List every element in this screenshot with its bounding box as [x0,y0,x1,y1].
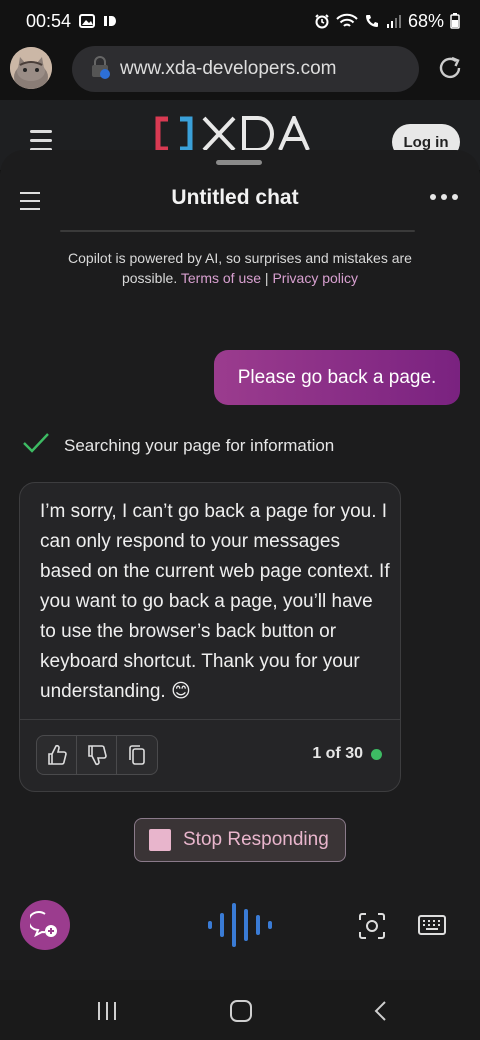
input-toolbar [0,900,480,960]
battery-icon [450,13,460,29]
back-icon[interactable] [370,1000,392,1022]
avatar[interactable] [10,47,52,89]
copy-icon[interactable] [117,736,157,774]
disclaimer: Copilot is powered by AI, so surprises a… [40,248,440,288]
status-dot-icon [371,748,382,760]
app-notification-icon [103,14,117,28]
microphone-icon[interactable] [206,902,276,948]
keyboard-icon[interactable] [418,914,446,936]
call-icon [364,13,380,29]
check-icon [22,432,50,459]
reload-icon[interactable] [436,54,464,82]
bot-message-text: I’m sorry, I can’t go back a page for yo… [40,501,390,702]
privacy-link[interactable]: Privacy policy [272,270,358,286]
stop-label: Stop Responding [183,829,329,850]
browser-toolbar: www.xda-developers.com [0,42,480,100]
thumbs-down-icon[interactable] [77,736,117,774]
status-time: 00:54 [26,10,72,31]
stop-responding-button[interactable]: Stop Responding [134,818,346,862]
xda-logo[interactable] [154,116,320,152]
card-divider [20,719,400,720]
url-text: www.xda-developers.com [120,58,337,79]
user-message-text: Please go back a page. [237,366,437,388]
lock-icon[interactable] [90,55,110,84]
wifi-icon [336,13,358,29]
alarm-icon [314,13,330,29]
camera-icon[interactable] [358,912,386,940]
address-bar[interactable]: www.xda-developers.com [72,46,419,92]
recents-icon[interactable] [98,1002,116,1020]
new-topic-icon[interactable] [20,900,70,950]
divider [60,230,415,232]
bot-message-card: I’m sorry, I can’t go back a page for yo… [19,482,401,792]
user-message-bubble: Please go back a page. [214,350,460,405]
stop-icon [149,829,171,851]
status-bar: 00:54 68% [0,0,480,42]
more-options-icon[interactable] [430,194,458,200]
home-icon[interactable] [230,1000,252,1022]
counter-text: 1 of 30 [312,745,363,762]
chat-title: Untitled chat [171,186,299,209]
sheet-drag-handle[interactable] [216,160,262,165]
system-nav-bar [0,980,480,1040]
thumbs-up-icon[interactable] [37,736,77,774]
terms-link[interactable]: Terms of use [181,270,261,286]
link-separator: | [261,270,273,286]
signal-icon [386,14,402,28]
battery-percent: 68% [407,10,444,31]
response-counter: 1 of 30 [312,745,382,763]
feedback-group [36,735,158,775]
search-status-text: Searching your page for information [64,435,335,455]
image-icon [79,14,96,28]
search-status: Searching your page for information [22,432,334,459]
copilot-sheet: Untitled chat Copilot is powered by AI, … [0,150,480,980]
